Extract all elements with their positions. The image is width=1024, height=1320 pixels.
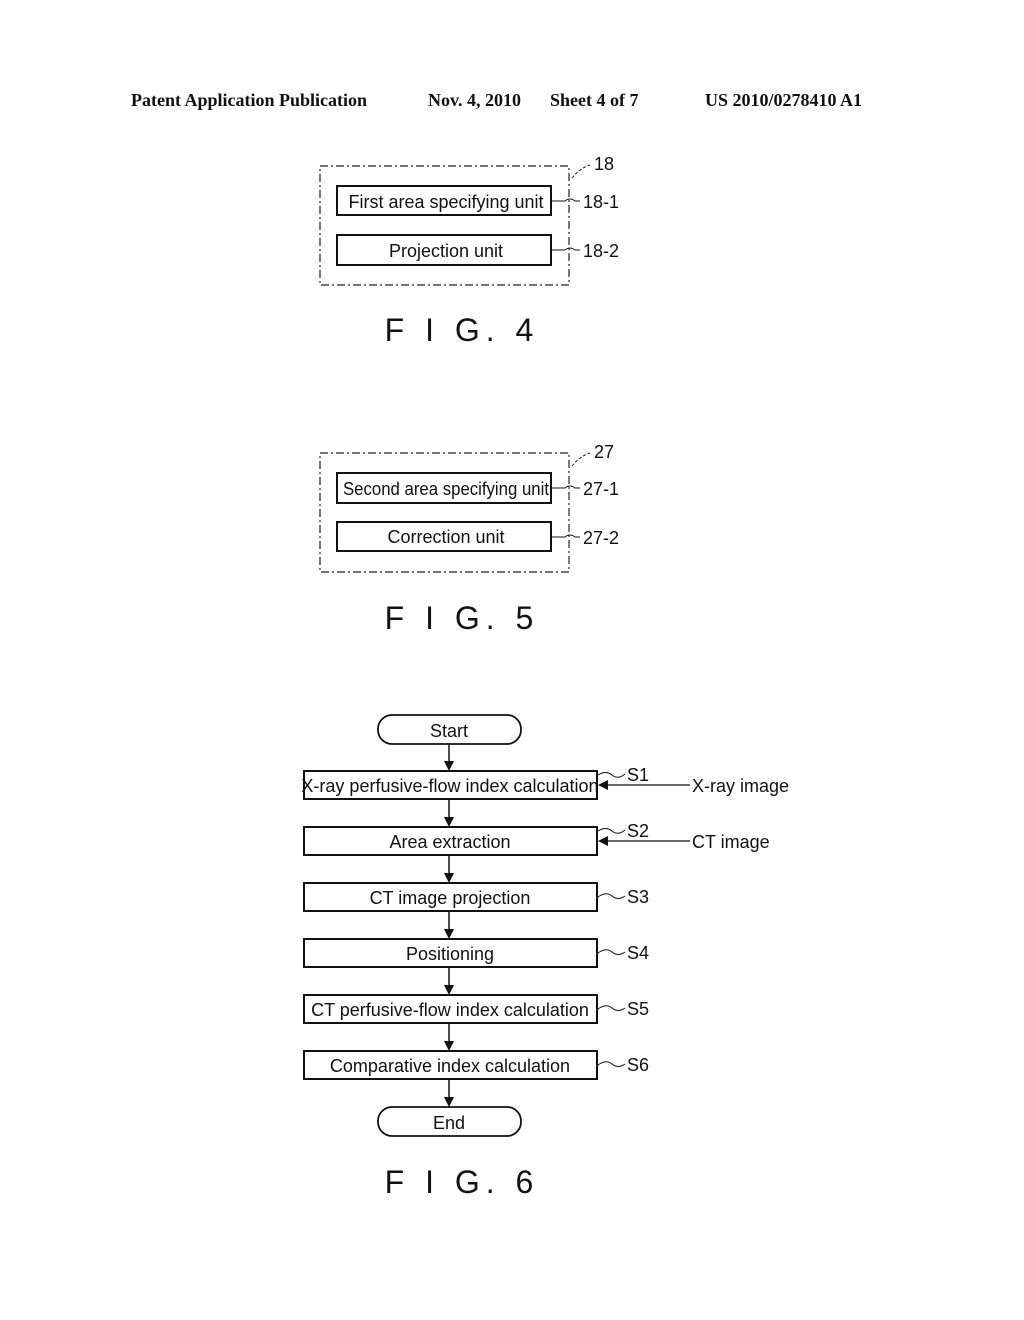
figures-canvas: 18 First area specifying unit 18-1 Proje… — [301, 154, 789, 1200]
fig4-container-ref: 18 — [594, 154, 614, 174]
flow-step-s5-label: CT perfusive-flow index calculation — [311, 1000, 589, 1020]
fig4-box-2-label: Projection unit — [389, 241, 503, 261]
fig5-ref-1: 27-1 — [583, 479, 619, 499]
fig5-ref-2: 27-2 — [583, 528, 619, 548]
flow-step-s1-label: X-ray perfusive-flow index calculation — [301, 776, 598, 796]
fig5-leader-1 — [552, 485, 580, 489]
fig4-ref-1: 18-1 — [583, 192, 619, 212]
flow-step-s4-label: Positioning — [406, 944, 494, 964]
flow-input-xray-image: X-ray image — [692, 776, 789, 796]
flow-step-s1-ref: S1 — [627, 765, 649, 785]
fig4-leader-1 — [552, 198, 580, 202]
fig5-leader-2 — [552, 534, 580, 538]
fig5-container — [319, 452, 570, 573]
fig4-diagram: 18 First area specifying unit 18-1 Proje… — [319, 154, 619, 348]
fig4-box-1-label: First area specifying unit — [348, 192, 543, 212]
fig4-container — [319, 165, 570, 286]
flow-step-s3-label: CT image projection — [370, 888, 531, 908]
flow-end-label: End — [433, 1113, 465, 1133]
flow-start-label: Start — [430, 721, 468, 741]
fig5-diagram: 27 Second area specifying unit 27-1 Corr… — [319, 442, 619, 636]
fig4-container-leader — [571, 164, 591, 179]
flow-input-ct-image: CT image — [692, 832, 770, 852]
flow-step-s2-label: Area extraction — [389, 832, 510, 852]
fig5-container-leader — [571, 452, 591, 467]
fig4-leader-2 — [552, 247, 580, 251]
flow-step-s2-leader — [597, 828, 626, 834]
flow-step-s3-ref: S3 — [627, 887, 649, 907]
flow-step-s3-leader — [597, 893, 626, 899]
flow-step-s5-ref: S5 — [627, 999, 649, 1019]
flow-step-s6-ref: S6 — [627, 1055, 649, 1075]
fig4-caption: F I G. 4 — [385, 312, 540, 348]
fig6-flowchart: Start X-ray perfusive-flow index calcula… — [301, 714, 789, 1200]
flow-step-s6-label: Comparative index calculation — [330, 1056, 570, 1076]
flow-step-s6-leader — [597, 1061, 626, 1067]
flow-step-s1-leader — [597, 772, 626, 778]
flow-step-s4-leader — [597, 949, 626, 955]
fig5-container-ref: 27 — [594, 442, 614, 462]
flow-step-s2-ref: S2 — [627, 821, 649, 841]
flow-step-s5-leader — [597, 1005, 626, 1011]
fig5-box-1-label: Second area specifying unit — [343, 479, 549, 499]
flow-step-s4-ref: S4 — [627, 943, 649, 963]
fig6-caption: F I G. 6 — [385, 1164, 540, 1200]
fig4-ref-2: 18-2 — [583, 241, 619, 261]
fig5-caption: F I G. 5 — [385, 600, 540, 636]
fig5-box-2-label: Correction unit — [387, 527, 504, 547]
